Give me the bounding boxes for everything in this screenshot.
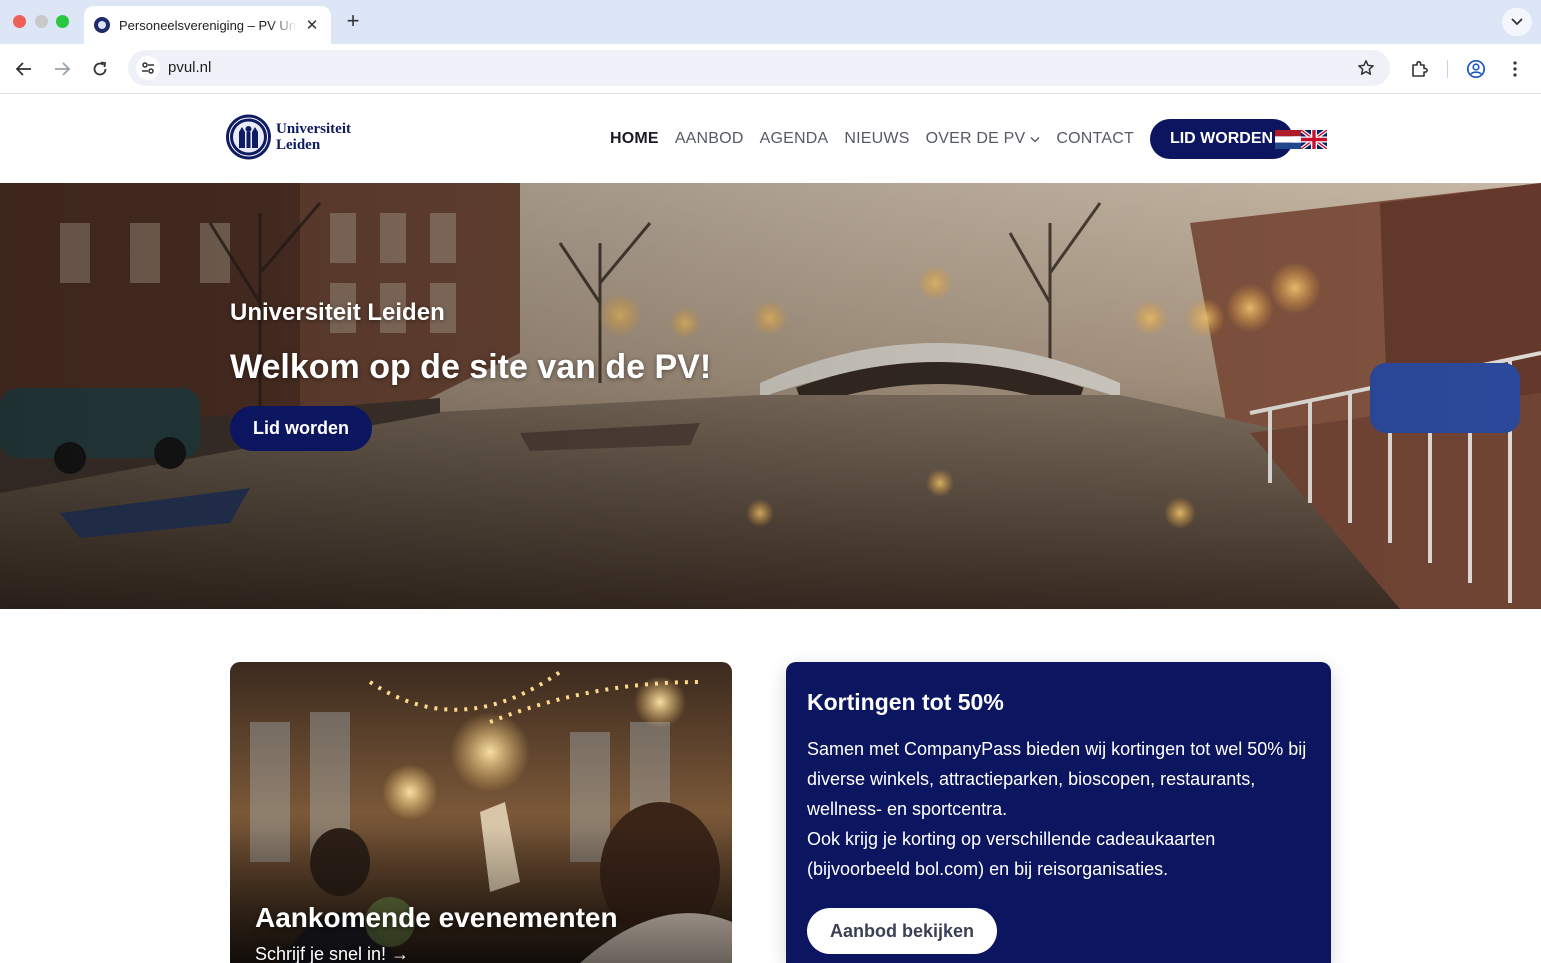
toolbar-divider: [1447, 60, 1448, 78]
discount-paragraph-1: Samen met CompanyPass bieden wij korting…: [807, 739, 1307, 819]
nav-over-de-pv-label: OVER DE PV: [925, 130, 1026, 147]
chevron-down-icon[interactable]: [1502, 8, 1532, 36]
account-icon[interactable]: [1464, 57, 1488, 81]
arrow-left-icon[interactable]: [12, 57, 36, 81]
hero-title: Welkom op de site van de PV!: [230, 348, 712, 386]
aanbod-bekijken-button[interactable]: Aanbod bekijken: [807, 908, 998, 954]
university-seal-icon: [226, 114, 271, 160]
dutch-flag-icon[interactable]: [1275, 130, 1301, 149]
logo-text-line2: Leiden: [276, 137, 321, 153]
puzzle-icon[interactable]: [1407, 57, 1431, 81]
hero-overlay: [0, 183, 1541, 609]
uk-flag-icon[interactable]: [1301, 130, 1327, 149]
events-card-title: Aankomende evenementen: [255, 902, 618, 933]
lid-worden-nav-button[interactable]: LID WORDEN: [1149, 119, 1294, 159]
plus-icon[interactable]: +: [342, 10, 364, 32]
window-minimize-button[interactable]: [35, 15, 48, 28]
nav-over-de-pv[interactable]: OVER DE PV: [926, 130, 1041, 148]
language-switcher: [1275, 130, 1327, 149]
nav-agenda[interactable]: AGENDA: [760, 130, 829, 148]
main-navigation: HOME AANBOD AGENDA NIEUWS OVER DE PV CON…: [610, 95, 1294, 183]
hero-banner: Universiteit Leiden Welkom op de site va…: [0, 183, 1541, 609]
lid-worden-hero-button[interactable]: Lid worden: [230, 406, 372, 451]
kebab-icon[interactable]: [1503, 57, 1527, 81]
reload-icon[interactable]: [88, 57, 112, 81]
university-logo[interactable]: Universiteit Leiden: [225, 110, 351, 164]
chevron-down-icon: [1030, 136, 1040, 142]
window-zoom-button[interactable]: [56, 15, 69, 28]
nav-contact[interactable]: CONTACT: [1056, 130, 1134, 148]
browser-tab-strip: Personeelsvereniging – PV Universiteit L…: [0, 0, 1541, 44]
discount-card: Kortingen tot 50% Samen met CompanyPass …: [786, 662, 1331, 963]
discount-card-title: Kortingen tot 50%: [807, 689, 1004, 715]
star-icon[interactable]: [1354, 56, 1378, 80]
site-header: Universiteit Leiden HOME AANBOD AGENDA N…: [0, 95, 1541, 183]
nav-nieuws[interactable]: NIEUWS: [844, 130, 909, 148]
browser-toolbar: pvul.nl: [0, 44, 1541, 94]
address-bar[interactable]: pvul.nl: [128, 50, 1390, 86]
university-seal-icon: [94, 17, 110, 33]
events-card[interactable]: Aankomende evenementen Schrijf je snel i…: [230, 662, 732, 963]
discount-card-body: Samen met CompanyPass bieden wij korting…: [807, 734, 1307, 884]
tune-icon[interactable]: [136, 56, 160, 80]
nav-home[interactable]: HOME: [610, 130, 659, 148]
events-card-subtitle[interactable]: Schrijf je snel in! →: [255, 944, 409, 963]
discount-paragraph-2: Ook krijg je korting op verschillende ca…: [807, 829, 1216, 879]
window-close-button[interactable]: [13, 15, 26, 28]
tab-title: Personeelsvereniging – PV Universiteit L…: [119, 17, 297, 33]
nav-aanbod[interactable]: AANBOD: [675, 130, 744, 148]
browser-tab-active[interactable]: Personeelsvereniging – PV Universiteit L…: [84, 6, 331, 44]
close-icon[interactable]: ✕: [303, 16, 321, 34]
hero-eyebrow: Universiteit Leiden: [230, 299, 445, 326]
arrow-right-icon[interactable]: [50, 57, 74, 81]
url-text[interactable]: pvul.nl: [168, 59, 211, 76]
logo-text-line1: Universiteit: [276, 121, 351, 137]
